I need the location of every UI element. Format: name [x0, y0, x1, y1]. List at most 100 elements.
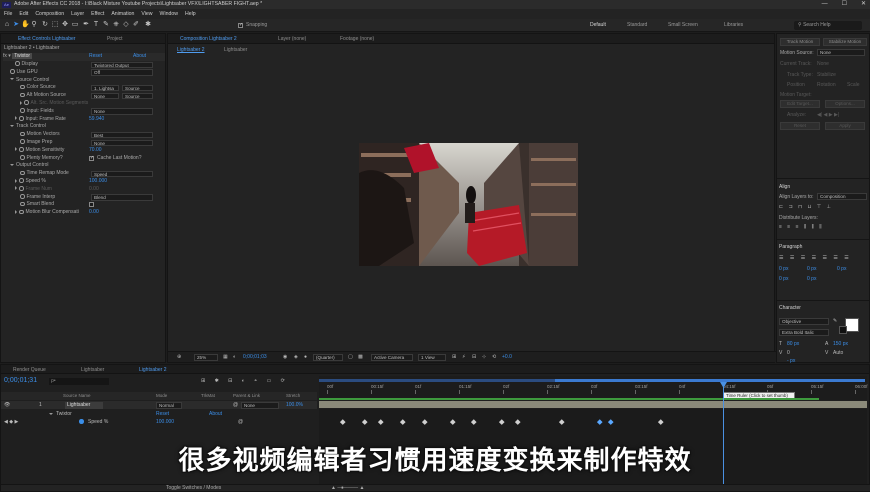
- indent-left-field[interactable]: 0 px: [779, 266, 788, 272]
- analyze-controls[interactable]: ◀| ◀ ▶ ▶|: [817, 112, 839, 118]
- ec-dropdown-secondary[interactable]: Source: [122, 84, 153, 92]
- fast-preview-icon[interactable]: ⚡: [462, 354, 466, 360]
- ec-row-input-fields[interactable]: Input: Fields None: [1, 108, 165, 116]
- mask-icon[interactable]: ◐: [233, 354, 236, 360]
- tracker-apply-button[interactable]: Apply: [825, 122, 865, 130]
- workspace-small-screen[interactable]: Small Screen: [668, 22, 698, 28]
- composition-viewer-frame[interactable]: [359, 143, 578, 266]
- resolution-dropdown[interactable]: (Quarter): [313, 354, 343, 361]
- keyframe[interactable]: [471, 419, 477, 425]
- ec-dropdown[interactable]: Best: [91, 131, 153, 139]
- ec-value[interactable]: 100.000: [89, 178, 107, 185]
- keyframe[interactable]: [340, 419, 346, 425]
- tab-composition[interactable]: Composition Lightsaber 2: [180, 36, 237, 42]
- search-help-input[interactable]: ⚲ Search Help: [794, 21, 862, 30]
- keyframe[interactable]: [422, 419, 428, 425]
- ec-checkbox[interactable]: [89, 202, 94, 208]
- camera-tool-icon[interactable]: ⬚: [51, 21, 59, 29]
- view-layout-dropdown[interactable]: 1 View: [418, 354, 446, 361]
- font-family-dropdown[interactable]: Objective: [779, 318, 829, 325]
- stroke-color-swatch[interactable]: [839, 326, 847, 334]
- work-area-bar[interactable]: [555, 379, 865, 382]
- align-to-dropdown[interactable]: Composition: [817, 193, 867, 200]
- layer-duration-bar[interactable]: [319, 401, 867, 408]
- keyframe[interactable]: [515, 419, 521, 425]
- tab-render-queue[interactable]: Render Queue: [13, 367, 46, 373]
- tab-layer[interactable]: Layer (none): [278, 36, 306, 42]
- kerning-field[interactable]: 0: [787, 350, 790, 356]
- ec-dropdown-secondary[interactable]: Source: [122, 92, 153, 100]
- leading-field[interactable]: 150 px: [833, 341, 848, 347]
- timeline-timecode[interactable]: 0;00;01;31: [4, 377, 37, 384]
- timeline-icon[interactable]: ⊟: [472, 354, 476, 360]
- edit-target-button[interactable]: Edit Target...: [780, 100, 820, 108]
- ec-value[interactable]: 0.00: [89, 209, 99, 216]
- track-motion-button[interactable]: Track Motion: [780, 38, 820, 46]
- position-check-label[interactable]: Position: [787, 82, 805, 88]
- tab-timeline-lightsaber[interactable]: Lightsaber: [81, 367, 104, 373]
- ec-row-color-source[interactable]: Color Source 1. Lightsa Source: [1, 84, 165, 92]
- camera-dropdown[interactable]: Active Camera: [371, 354, 413, 361]
- selection-tool-icon[interactable]: ➤: [12, 21, 20, 29]
- indent-first-field[interactable]: 0 px: [837, 266, 846, 272]
- grid-icon[interactable]: ▦: [223, 354, 228, 360]
- home-icon[interactable]: ⌂: [3, 21, 11, 29]
- tracker-reset-button[interactable]: Reset: [780, 122, 820, 130]
- menu-layer[interactable]: Layer: [71, 9, 84, 19]
- ec-row-output-control[interactable]: Output Control: [1, 162, 165, 170]
- stabilize-motion-button[interactable]: Stabilize Motion: [823, 38, 867, 46]
- ec-row-time-remap-mode[interactable]: Time Remap Mode Speed: [1, 170, 165, 178]
- minimize-button[interactable]: —: [822, 0, 828, 9]
- ec-fx-row[interactable]: fx ▾ Twixtor Reset About: [3, 53, 165, 61]
- ec-row-alt-motion-source[interactable]: Alt Motion Source None Source: [1, 92, 165, 100]
- eye-icon[interactable]: 👁: [4, 401, 10, 409]
- menu-help[interactable]: Help: [185, 9, 196, 19]
- ec-dropdown[interactable]: Off: [91, 69, 153, 76]
- ec-value[interactable]: 70.00: [89, 147, 102, 154]
- workspace-libraries[interactable]: Libraries: [724, 22, 743, 28]
- tab-effect-controls[interactable]: Effect Controls Lightsaber: [18, 36, 75, 42]
- menu-file[interactable]: File: [4, 9, 12, 19]
- speed-property-row[interactable]: ◀ ◆ ▶ Speed % 100.000 @: [1, 418, 317, 426]
- layer-mode-dropdown[interactable]: Normal: [156, 402, 182, 409]
- graph-editor-icon[interactable]: @: [238, 418, 243, 426]
- layer-name[interactable]: Lightsaber: [65, 401, 103, 409]
- puppet-tool-icon[interactable]: ✱: [144, 21, 152, 29]
- transparency-grid-icon[interactable]: ▩: [358, 354, 363, 360]
- indent-right-field[interactable]: 0 px: [807, 266, 816, 272]
- shape-tool-icon[interactable]: ▭: [71, 21, 79, 29]
- brush-tool-icon[interactable]: ✎: [102, 21, 110, 29]
- pen-tool-icon[interactable]: ✒: [82, 21, 90, 29]
- keyframe[interactable]: [378, 419, 384, 425]
- keyframe[interactable]: [400, 419, 406, 425]
- font-style-dropdown[interactable]: Extra Bold Italic: [779, 329, 829, 336]
- flowchart-icon[interactable]: ⊹: [482, 354, 486, 360]
- roi-icon[interactable]: ▢: [348, 354, 353, 360]
- eraser-tool-icon[interactable]: ◇: [122, 21, 130, 29]
- ec-reset-link[interactable]: Reset: [89, 53, 102, 60]
- ec-row-speed[interactable]: Speed % 100.000: [1, 178, 165, 186]
- ec-row-image-prep[interactable]: Image Prep None: [1, 139, 165, 147]
- font-size-field[interactable]: 80 px: [787, 341, 799, 347]
- keyframe[interactable]: [658, 419, 663, 425]
- parent-dropdown[interactable]: None: [241, 402, 279, 409]
- zoom-tool-icon[interactable]: ⚲: [30, 21, 38, 29]
- keyframe[interactable]: [597, 419, 603, 425]
- toggle-switches-modes[interactable]: Toggle Switches / Modes: [166, 485, 221, 492]
- ec-checkbox[interactable]: [89, 155, 94, 162]
- workspace-standard[interactable]: Standard: [627, 22, 647, 28]
- ec-row-source-control[interactable]: Source Control: [1, 77, 165, 85]
- hand-tool-icon[interactable]: ✋: [21, 21, 30, 29]
- menu-view[interactable]: View: [141, 9, 152, 19]
- ec-row-input-frame-rate[interactable]: Input: Frame Rate 59.940: [1, 116, 165, 124]
- ec-row-frame-interp[interactable]: Frame Interp Blend: [1, 194, 165, 202]
- exposure-value[interactable]: +0.0: [502, 354, 512, 360]
- ec-row-alt-src-motion-segments[interactable]: Alt. Src. Motion Segments: [1, 100, 165, 108]
- tab-project[interactable]: Project: [107, 36, 123, 42]
- space-after-field[interactable]: 0 px: [807, 276, 816, 282]
- zoom-dropdown[interactable]: 25%: [194, 354, 218, 361]
- color-channel-icon[interactable]: ●: [304, 354, 307, 360]
- tracking-field[interactable]: Auto: [833, 350, 843, 356]
- effect-reset-link[interactable]: Reset: [156, 410, 169, 418]
- motion-source-dropdown[interactable]: None: [817, 49, 865, 56]
